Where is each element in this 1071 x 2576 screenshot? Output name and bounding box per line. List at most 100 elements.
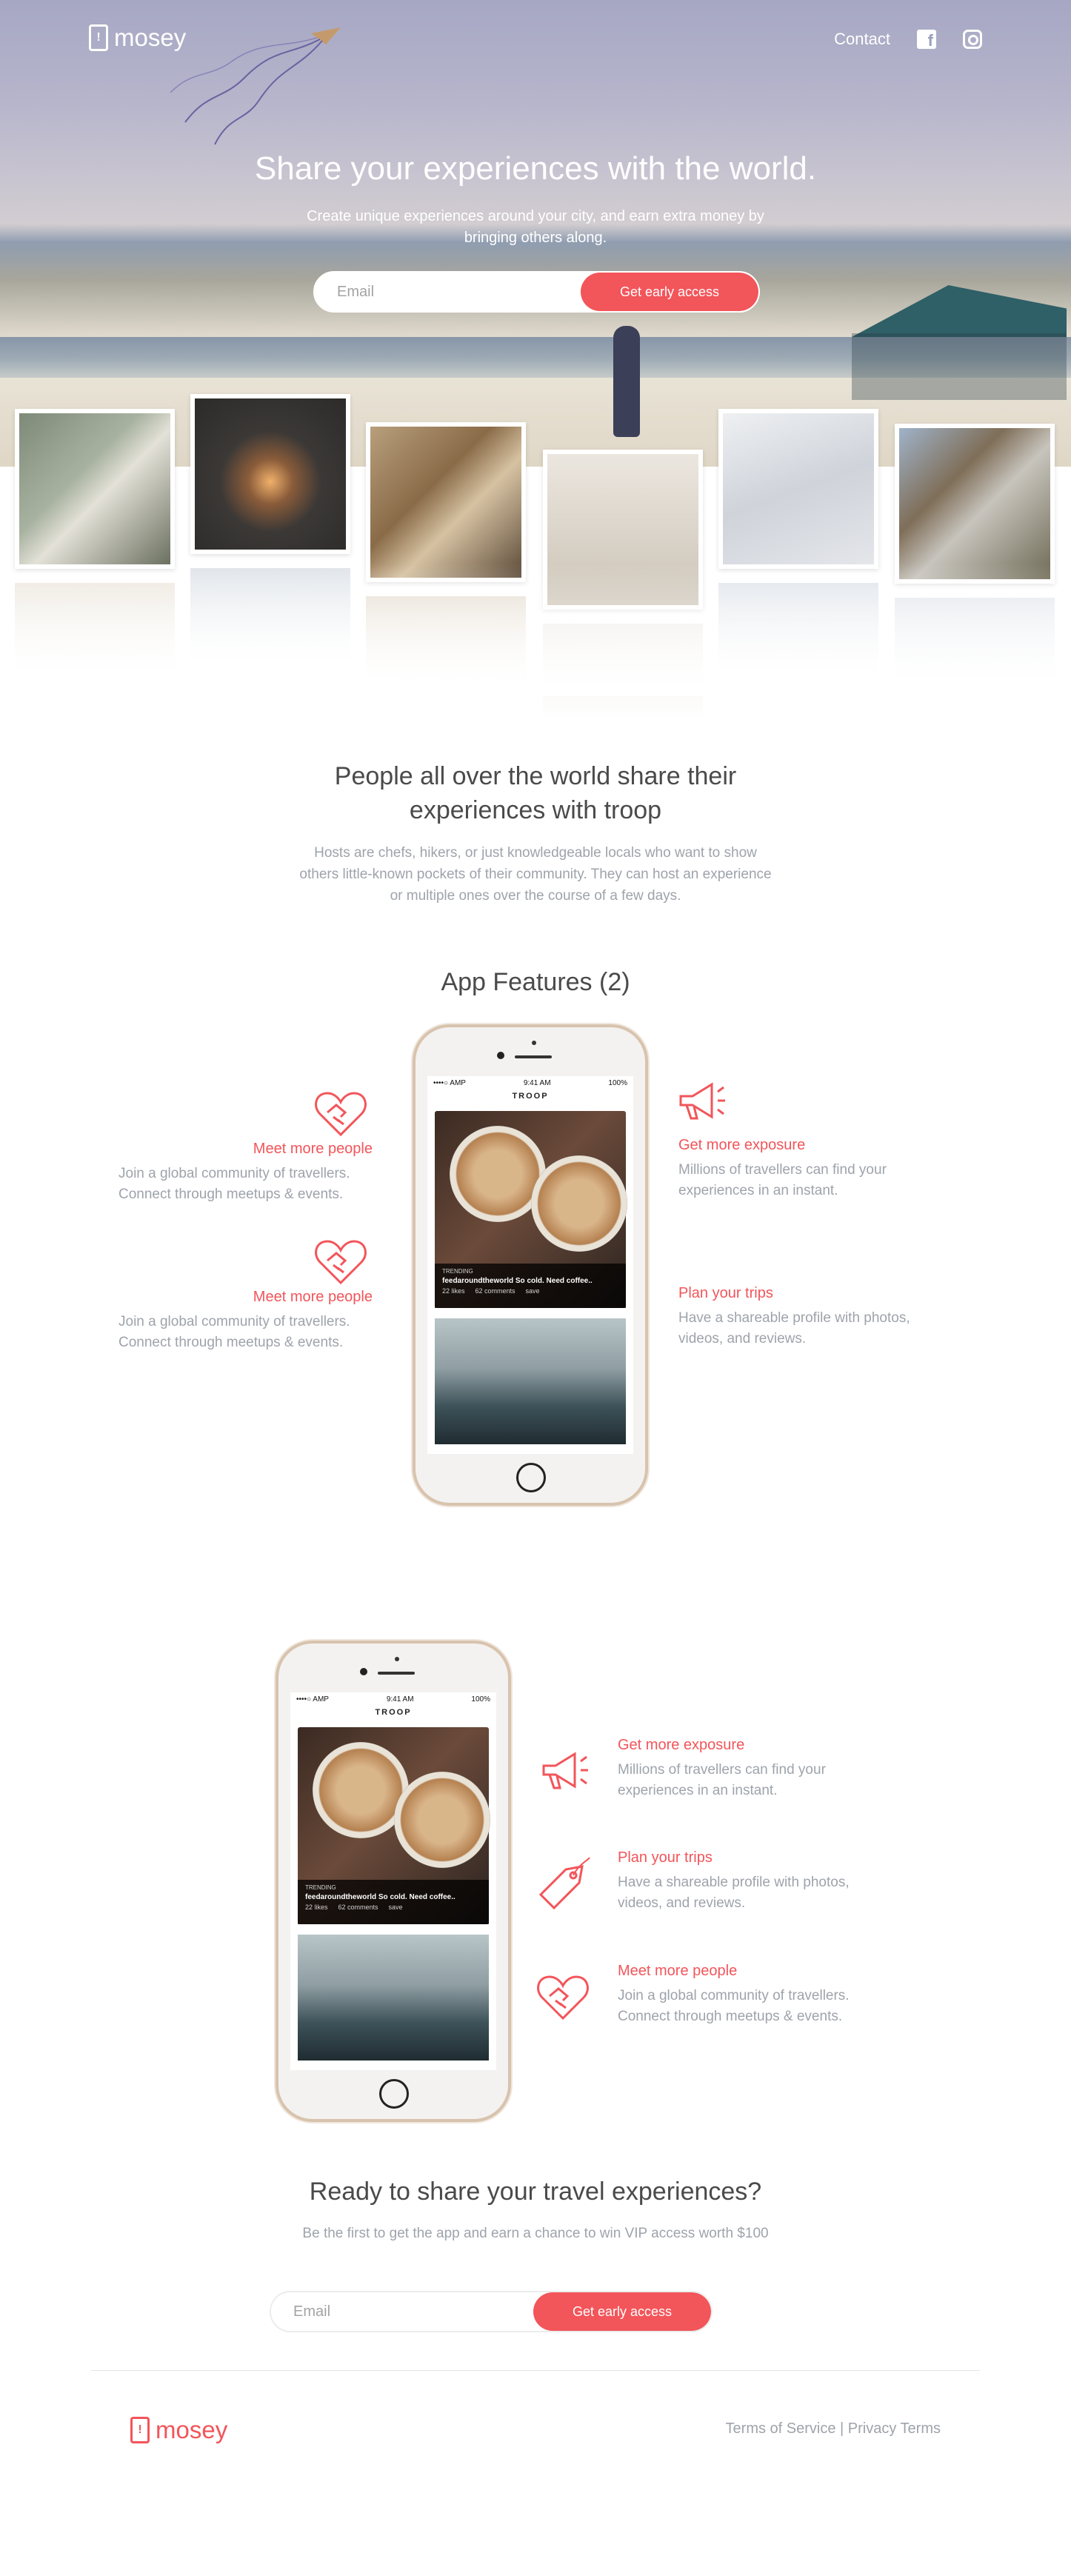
feature-item: Plan your trips Have a shareable profile…: [678, 1285, 945, 1349]
footer-brand-name: mosey: [156, 2416, 228, 2443]
feature-title: Meet more people: [253, 1141, 373, 1157]
handshake-heart-icon: [315, 1092, 367, 1137]
feature-text: Join a global community of travellers. C…: [618, 1988, 850, 2024]
carrier: ••••○ AMP: [433, 1079, 466, 1087]
status-bar: ••••○ AMP 9:41 AM 100%: [290, 1692, 496, 1706]
contact-link[interactable]: Contact: [834, 30, 890, 49]
instagram-icon[interactable]: [963, 30, 982, 49]
trending-badge: TRENDING: [442, 1268, 473, 1275]
comments-count[interactable]: 62 comments: [338, 1903, 378, 1911]
phone-speaker: [378, 1672, 415, 1675]
hero-cta-button[interactable]: Get early access: [581, 273, 758, 311]
bottom-signup-form: Email Get early access: [270, 2291, 713, 2332]
feature-text: Have a shareable profile with photos, vi…: [618, 1875, 850, 1911]
ready-title: Ready to share your travel experiences?: [309, 2178, 762, 2206]
feature-text: Join a global community of travellers. C…: [119, 1314, 350, 1350]
battery: 100%: [471, 1695, 490, 1704]
coffee-cup: [394, 1772, 490, 1868]
bottom-email-input[interactable]: Email: [271, 2303, 533, 2320]
battery: 100%: [608, 1079, 627, 1087]
trending-badge: TRENDING: [305, 1884, 336, 1891]
app-logo: TROOP: [512, 1092, 549, 1101]
feed-card-meta: TRENDING feedaroundtheworld So cold. Nee…: [298, 1880, 489, 1924]
feature-text: Millions of travellers can find your exp…: [678, 1162, 887, 1198]
feature-title: Meet more people: [618, 1963, 738, 1979]
ready-subtitle: Be the first to get the app and earn a c…: [302, 2226, 769, 2241]
feature-title: Get more exposure: [618, 1737, 745, 1753]
feature-title: Get more exposure: [678, 1137, 806, 1153]
feature-item: Get more exposure Millions of travellers…: [678, 1137, 945, 1201]
logo-icon: !: [130, 2417, 150, 2443]
feature-text: Millions of travellers can find your exp…: [618, 1762, 826, 1798]
footer-separator: |: [835, 2420, 848, 2437]
feed-caption: feedaroundtheworld So cold. Need coffee.…: [305, 1893, 456, 1901]
coffee-cup: [531, 1155, 627, 1252]
brand-name: mosey: [114, 24, 187, 51]
feed-stats: 22 likes 62 comments save: [305, 1903, 481, 1911]
feed-stats: 22 likes 62 comments save: [442, 1287, 618, 1295]
footer-divider: [91, 2370, 980, 2371]
bottom-cta-button[interactable]: Get early access: [533, 2292, 711, 2331]
gallery-photo: [15, 409, 175, 569]
phone-sensor: [532, 1041, 536, 1045]
phone-screen: ••••○ AMP 9:41 AM 100% TROOP TRENDING fe…: [427, 1076, 633, 1454]
feature-item: Get more exposure Millions of travellers…: [618, 1737, 884, 1801]
intro-text: Hosts are chefs, hikers, or just knowled…: [299, 845, 772, 904]
logo-icon: !: [89, 24, 108, 51]
status-bar: ••••○ AMP 9:41 AM 100%: [427, 1076, 633, 1090]
hero-email-input[interactable]: Email: [315, 284, 581, 301]
likes-count[interactable]: 22 likes: [305, 1903, 328, 1911]
features-title: App Features (2): [441, 968, 630, 996]
gallery-fade: [0, 563, 1071, 696]
feed-caption: feedaroundtheworld So cold. Need coffee.…: [442, 1277, 593, 1285]
comments-count[interactable]: 62 comments: [476, 1287, 516, 1295]
megaphone-icon: [542, 1752, 588, 1789]
terms-link[interactable]: Terms of Service: [726, 2420, 836, 2437]
feature-text: Have a shareable profile with photos, vi…: [678, 1310, 910, 1347]
feature-title: Plan your trips: [678, 1285, 773, 1301]
feature-title: Meet more people: [253, 1289, 373, 1305]
top-nav: Contact f: [834, 30, 982, 49]
hero-signup-form: Email Get early access: [313, 271, 760, 313]
feed-card-meta: TRENDING feedaroundtheworld So cold. Nee…: [435, 1264, 626, 1308]
phone-mockup: ••••○ AMP 9:41 AM 100% TROOP TRENDING fe…: [413, 1024, 648, 1506]
app-logo: TROOP: [375, 1708, 412, 1717]
feature-item: Plan your trips Have a shareable profile…: [618, 1849, 884, 1914]
hero-title: Share your experiences with the world.: [254, 150, 817, 187]
feature-item: Meet more people Join a global community…: [618, 1963, 884, 2027]
phone-screen: ••••○ AMP 9:41 AM 100% TROOP TRENDING fe…: [290, 1692, 496, 2070]
clock: 9:41 AM: [386, 1695, 414, 1704]
privacy-link[interactable]: Privacy Terms: [848, 2420, 941, 2437]
feature-title: Plan your trips: [618, 1849, 713, 1866]
feed-card[interactable]: TRENDING feedaroundtheworld So cold. Nee…: [298, 1727, 490, 1924]
phone-camera: [497, 1052, 504, 1059]
handshake-heart-icon: [315, 1240, 367, 1285]
facebook-icon[interactable]: f: [917, 30, 936, 49]
feature-item: Meet more people Join a global community…: [106, 1289, 373, 1353]
tag-icon: [538, 1857, 590, 1910]
carrier: ••••○ AMP: [296, 1695, 329, 1704]
gallery-photo: [190, 394, 350, 554]
home-button: [379, 2079, 409, 2109]
handshake-heart-icon: [537, 1975, 589, 2021]
clock: 9:41 AM: [523, 1079, 551, 1087]
phone-sensor: [395, 1657, 399, 1661]
beach-tent: [852, 285, 1067, 337]
likes-count[interactable]: 22 likes: [442, 1287, 465, 1295]
save-link[interactable]: save: [389, 1903, 403, 1911]
feed-card[interactable]: [298, 1935, 489, 2061]
hero-subtitle: Create unique experiences around your ci…: [307, 208, 764, 246]
megaphone-icon: [679, 1082, 725, 1120]
gallery-photo: [366, 422, 526, 582]
footer-logo[interactable]: ! mosey: [130, 2416, 227, 2444]
phone-camera: [360, 1668, 367, 1675]
feature-text: Join a global community of travellers. C…: [119, 1166, 350, 1202]
brand-logo[interactable]: ! mosey: [89, 24, 186, 52]
phone-mockup: ••••○ AMP 9:41 AM 100% TROOP TRENDING fe…: [276, 1641, 511, 2122]
feature-item: Meet more people Join a global community…: [106, 1141, 373, 1205]
save-link[interactable]: save: [526, 1287, 540, 1295]
gallery-photo: [718, 409, 878, 569]
feed-card[interactable]: TRENDING feedaroundtheworld So cold. Nee…: [435, 1111, 627, 1308]
footer-links: Terms of Service | Privacy Terms: [726, 2420, 941, 2437]
feed-card[interactable]: [435, 1318, 626, 1444]
